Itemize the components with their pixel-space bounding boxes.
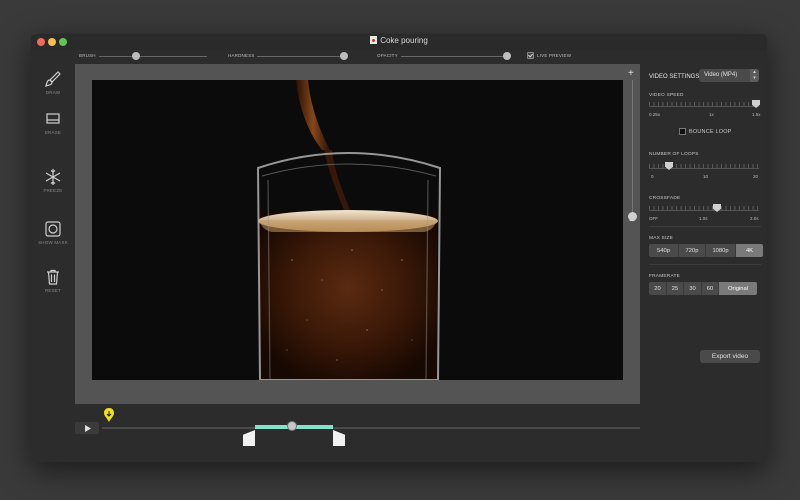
play-icon: [84, 424, 91, 432]
speed-slider-track[interactable]: [649, 106, 759, 107]
chevron-updown-icon: ▴ ▾: [750, 69, 759, 82]
video-frame[interactable]: [92, 80, 623, 380]
selection-start-handle[interactable]: [243, 430, 255, 446]
eraser-icon: [46, 113, 60, 124]
loops-tick-mid: 10: [703, 174, 709, 179]
canvas-area[interactable]: [75, 64, 640, 404]
freeze-label: FREEZE: [43, 188, 63, 193]
reset-label: RESET: [44, 288, 61, 293]
freeze-tool[interactable]: FREEZE: [31, 168, 75, 193]
format-select-value: Video (MP4): [704, 72, 738, 78]
format-select[interactable]: Video (MP4) ▴ ▾: [699, 69, 759, 82]
bounce-loop-checkbox[interactable]: [679, 128, 686, 135]
panel-divider: [649, 264, 761, 265]
speed-tick-max: 1.5x: [752, 112, 761, 117]
draw-tool[interactable]: DRAW: [31, 70, 75, 95]
zoom-control: + −: [627, 68, 639, 228]
selection-end-handle[interactable]: [333, 430, 345, 446]
max-size-label: MAX SIZE: [649, 236, 673, 241]
zoom-slider-track[interactable]: [632, 80, 633, 216]
crossfade-tick-max: 2.0s: [750, 216, 759, 221]
max-size-1080p[interactable]: 1080p: [706, 244, 736, 257]
framerate-30[interactable]: 30: [684, 282, 702, 295]
framerate-60[interactable]: 60: [702, 282, 719, 295]
erase-tool[interactable]: ERASE: [31, 110, 75, 135]
max-size-540p[interactable]: 540p: [649, 244, 679, 257]
timeline: [75, 404, 640, 462]
video-settings-panel: VIDEO SETTINGS Video (MP4) ▴ ▾ VIDEO SPEE…: [641, 64, 767, 462]
max-size-720p[interactable]: 720p: [679, 244, 706, 257]
play-button[interactable]: [75, 422, 99, 434]
brush-slider-knob[interactable]: [132, 52, 140, 60]
show-mask-label: SHOW MASK: [38, 240, 68, 245]
opacity-slider-knob[interactable]: [503, 52, 511, 60]
framerate-25[interactable]: 25: [667, 282, 684, 295]
loops-label: NUMBER OF LOOPS: [649, 152, 699, 157]
opacity-label: OPACITY: [377, 53, 398, 58]
crossfade-label: CROSSFADE: [649, 196, 681, 201]
max-size-4k[interactable]: 4K: [736, 244, 763, 257]
app-window: Coke pouring BRUSH HARDNESS OPACITY LIVE…: [31, 34, 767, 462]
crossfade-slider-track[interactable]: [649, 210, 759, 211]
loops-slider-track[interactable]: [649, 168, 759, 169]
crossfade-tick-min: OFF: [649, 216, 658, 221]
hardness-slider-knob[interactable]: [340, 52, 348, 60]
tool-sidebar: DRAW ERASE FREEZE SHOW MASK RESET: [31, 64, 75, 384]
loops-tick-max: 20: [753, 174, 759, 179]
document-icon: [370, 36, 378, 44]
speed-tick-min: 0.25x: [649, 112, 661, 117]
trash-icon: [47, 269, 59, 285]
panel-divider: [649, 226, 761, 227]
video-speed-label: VIDEO SPEED: [649, 93, 684, 98]
loops-tick-min: 0: [651, 174, 654, 179]
erase-label: ERASE: [44, 130, 62, 135]
window-title: Coke pouring: [31, 36, 767, 45]
timeline-knob[interactable]: [287, 421, 297, 431]
zoom-in-icon[interactable]: +: [628, 68, 634, 79]
export-video-button[interactable]: Export video: [700, 350, 760, 363]
framerate-segmented: 20 25 30 60 Original: [649, 282, 757, 295]
speed-tick-mid: 1x: [709, 112, 714, 117]
live-preview-label: LIVE PREVIEW: [537, 53, 572, 58]
draw-label: DRAW: [45, 90, 61, 95]
mask-icon: [45, 221, 61, 237]
window-title-text: Coke pouring: [380, 36, 428, 45]
crossfade-tick-mid: 1.0s: [699, 216, 708, 221]
video-settings-title: VIDEO SETTINGS: [649, 74, 700, 80]
reset-tool[interactable]: RESET: [31, 268, 75, 293]
brush-label: BRUSH: [79, 53, 96, 58]
framerate-original[interactable]: Original: [719, 282, 757, 295]
framerate-20[interactable]: 20: [649, 282, 667, 295]
zoom-out-icon[interactable]: −: [629, 216, 635, 227]
video-image: [92, 80, 623, 380]
hardness-label: HARDNESS: [228, 53, 255, 58]
brush-toolbar: BRUSH HARDNESS OPACITY LIVE PREVIEW: [31, 50, 767, 64]
brush-icon: [45, 71, 61, 87]
live-preview-checkbox[interactable]: [527, 52, 534, 59]
max-size-segmented: 540p 720p 1080p 4K: [649, 244, 763, 257]
hardness-slider-track[interactable]: [257, 56, 347, 57]
framerate-label: FRAMERATE: [649, 274, 681, 279]
title-bar: Coke pouring: [31, 34, 767, 50]
opacity-slider-track[interactable]: [401, 56, 507, 57]
show-mask-tool[interactable]: SHOW MASK: [31, 220, 75, 245]
playhead-pin-icon[interactable]: [103, 408, 115, 422]
snowflake-icon: [45, 169, 61, 185]
brush-slider-track[interactable]: [99, 56, 207, 57]
bounce-loop-label: BOUNCE LOOP: [689, 129, 732, 135]
timeline-track[interactable]: [102, 426, 640, 429]
